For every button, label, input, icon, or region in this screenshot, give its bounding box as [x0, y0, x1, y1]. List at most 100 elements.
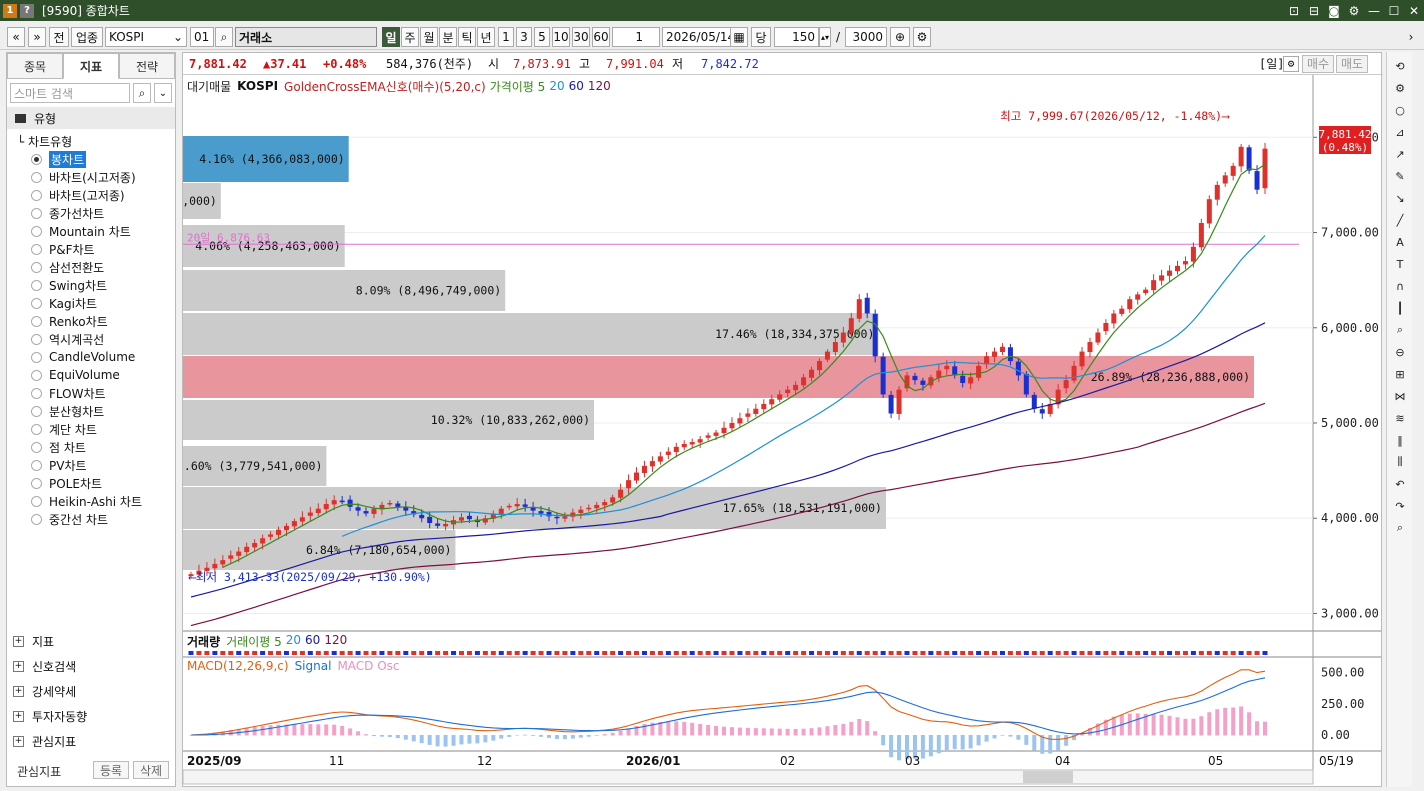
chart-type-item[interactable]: 점 차트 — [31, 438, 86, 456]
bars-icon[interactable]: ⫼ — [1390, 452, 1410, 472]
expand-icon[interactable]: + — [13, 685, 24, 697]
radio-icon[interactable] — [31, 297, 42, 309]
chart-type-item[interactable]: EquiVolume — [31, 366, 120, 384]
trendline-icon[interactable]: ╱ — [1390, 210, 1410, 230]
chart-type-item[interactable]: Mountain 차트 — [31, 222, 131, 240]
chart-type-item[interactable]: Swing차트 — [31, 276, 107, 294]
candle-icon[interactable]: ┃ — [1390, 298, 1410, 318]
radio-icon[interactable] — [31, 153, 42, 165]
interval-button-2[interactable]: 5 — [534, 27, 550, 47]
radio-icon[interactable] — [31, 477, 42, 489]
arrow-icon[interactable]: ↘ — [1390, 188, 1410, 208]
dang-button[interactable]: 당 — [751, 27, 771, 47]
refresh-icon[interactable]: ⟲ — [1390, 56, 1410, 76]
chart-type-item[interactable]: 분산형차트 — [31, 402, 104, 420]
chart-type-item[interactable]: 삼선전환도 — [31, 258, 104, 276]
period-tab-1[interactable]: 주 — [401, 27, 419, 47]
zoom-add-icon[interactable]: ⊕ — [890, 27, 910, 47]
expand-icon[interactable]: + — [13, 660, 24, 672]
category-item[interactable]: + 강세약세 — [13, 680, 76, 702]
radio-icon[interactable] — [31, 459, 42, 471]
close-icon[interactable]: ✕ — [1404, 0, 1424, 21]
gear-icon[interactable]: ⚙ — [1390, 78, 1410, 98]
radio-icon[interactable] — [31, 423, 42, 435]
gear-icon[interactable]: ⚙ — [913, 27, 931, 47]
grid-icon[interactable]: ‖ — [1390, 430, 1410, 450]
magnet-icon[interactable]: ∩ — [1390, 276, 1410, 296]
chart-type-item[interactable]: 종가선차트 — [31, 204, 104, 222]
buy-button[interactable]: 매수 — [1302, 54, 1334, 73]
text-icon[interactable]: T — [1390, 254, 1410, 274]
search-icon[interactable]: ⌕ — [1390, 518, 1410, 538]
prev-button[interactable]: « — [7, 27, 25, 47]
radio-icon[interactable] — [31, 441, 42, 453]
section-type[interactable]: 유형 — [7, 107, 175, 129]
interval-button-1[interactable]: 3 — [516, 27, 532, 47]
next-button[interactable]: » — [28, 27, 46, 47]
register-button[interactable]: 등록 — [93, 761, 129, 779]
chart-type-item[interactable]: P&F차트 — [31, 240, 95, 258]
code-input[interactable]: 01 — [190, 27, 214, 47]
radio-icon[interactable] — [31, 207, 42, 219]
undo-icon[interactable]: ↶ — [1390, 474, 1410, 494]
radio-icon[interactable] — [31, 171, 42, 183]
period-tab-3[interactable]: 분 — [439, 27, 457, 47]
search-icon[interactable]: ⌕ — [215, 27, 233, 47]
help-icon[interactable]: ? — [20, 3, 34, 18]
smart-search-input[interactable]: 스마트 검색 — [10, 83, 130, 103]
chart-type-item[interactable]: POLE차트 — [31, 474, 102, 492]
redo-icon[interactable]: ↷ — [1390, 496, 1410, 516]
radio-icon[interactable] — [31, 225, 42, 237]
camera-icon[interactable]: ◙ — [1324, 0, 1344, 21]
chart-area[interactable]: 7,881.42 ▲37.41 +0.48% 584,376(천주) 시 7,8… — [182, 52, 1383, 787]
interval-button-5[interactable]: 60 — [592, 27, 610, 47]
zoom-out-icon[interactable]: ⊖ — [1390, 342, 1410, 362]
category-item[interactable]: + 신호검색 — [13, 655, 76, 677]
period-tab-2[interactable]: 월 — [420, 27, 438, 47]
period-tab-5[interactable]: 년 — [477, 27, 495, 47]
chart-type-item[interactable]: PV차트 — [31, 456, 87, 474]
chart-type-item[interactable]: 바차트(시고저종) — [31, 168, 136, 186]
line-tool-icon[interactable]: ↗ — [1390, 144, 1410, 164]
chart-type-item[interactable]: Renko차트 — [31, 312, 108, 330]
radio-icon[interactable] — [31, 387, 42, 399]
zoom-icon[interactable]: ⌕ — [1390, 320, 1410, 340]
group-chart-type[interactable]: └ 차트유형 — [17, 133, 72, 150]
radio-icon[interactable] — [31, 495, 42, 507]
radio-icon[interactable] — [31, 261, 42, 273]
chart-type-item[interactable]: 바차트(고저종) — [31, 186, 125, 204]
period-tab-4[interactable]: 틱 — [458, 27, 476, 47]
chart-icon[interactable]: ⊿ — [1390, 122, 1410, 142]
auto-icon[interactable]: A — [1390, 232, 1410, 252]
period-tab-0[interactable]: 일 — [382, 27, 400, 47]
exchange-field[interactable]: 거래소 — [235, 27, 377, 47]
calendar-icon[interactable]: ▦ — [730, 27, 748, 47]
minimize-icon[interactable]: — — [1364, 0, 1384, 21]
symbol-select[interactable]: KOSPI ⌄ — [105, 27, 187, 47]
stepper-icon[interactable]: ▴▾ — [819, 27, 831, 47]
tab-indicator[interactable]: 지표 — [63, 53, 119, 79]
radio-icon[interactable] — [31, 369, 42, 381]
wave-icon[interactable]: ≋ — [1390, 408, 1410, 428]
pen-icon[interactable]: ✎ — [1390, 166, 1410, 186]
radio-icon[interactable] — [31, 315, 42, 327]
date-input[interactable]: 2026/05/14 — [662, 27, 734, 47]
dropdown-icon[interactable]: ⌄ — [154, 83, 172, 103]
tab-strategy[interactable]: 전략 — [119, 53, 175, 79]
chart-type-item[interactable]: 봉차트 — [31, 150, 87, 168]
category-item[interactable]: + 지표 — [13, 630, 54, 652]
chart-type-item[interactable]: CandleVolume — [31, 348, 135, 366]
total-count-input[interactable]: 3000 — [845, 27, 887, 47]
jeon-button[interactable]: 전 — [49, 27, 69, 47]
chart-type-item[interactable]: 계단 차트 — [31, 420, 97, 438]
expand-icon[interactable]: + — [13, 735, 24, 747]
tab-stock[interactable]: 종목 — [7, 53, 63, 79]
category-item[interactable]: + 투자자동향 — [13, 705, 87, 727]
delete-button[interactable]: 삭제 — [133, 761, 169, 779]
chart-settings-icon[interactable]: ⚙ — [1283, 55, 1299, 72]
category-item[interactable]: + 관심지표 — [13, 730, 76, 752]
sector-button[interactable]: 업종 — [71, 27, 103, 47]
maximize-icon[interactable]: ☐ — [1384, 0, 1404, 21]
circle-icon[interactable]: ○ — [1390, 100, 1410, 120]
pattern-icon[interactable]: ⋈ — [1390, 386, 1410, 406]
